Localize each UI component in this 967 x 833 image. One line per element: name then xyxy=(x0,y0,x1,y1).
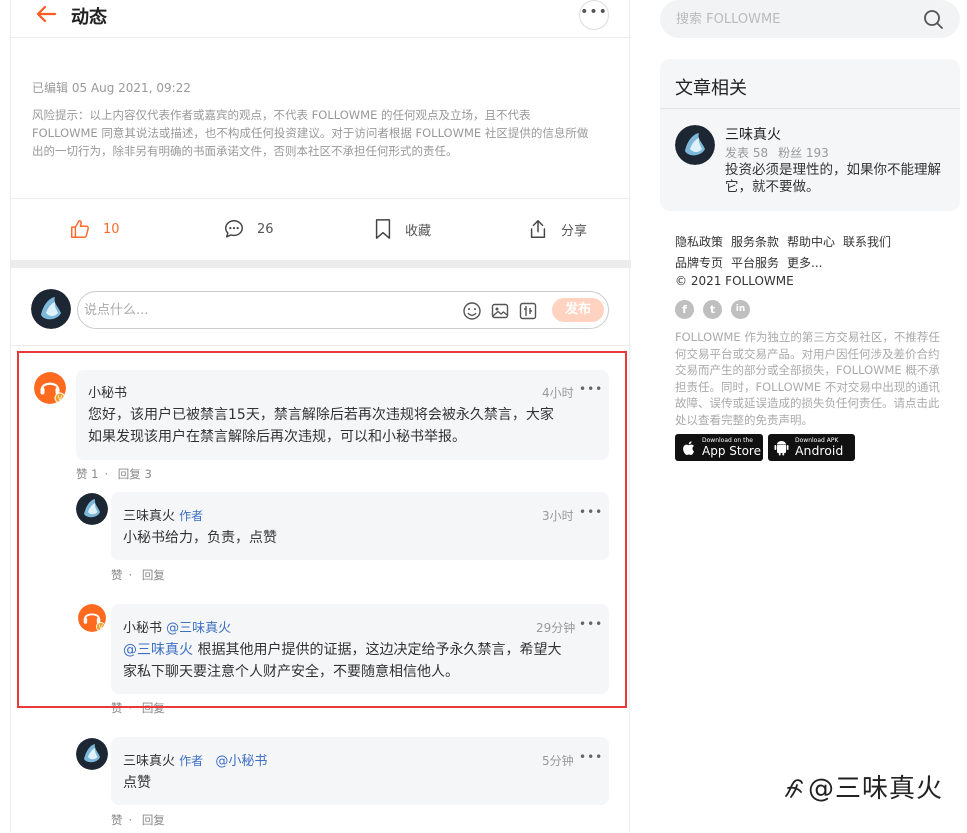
footer-link[interactable]: 联系我们 xyxy=(843,235,891,249)
favorite-button[interactable]: 收藏 xyxy=(373,215,431,243)
comment-count: 26 xyxy=(257,221,274,237)
divider xyxy=(11,345,631,346)
footer-link[interactable]: 隐私政策 xyxy=(675,235,723,249)
comment-text: 点赞 xyxy=(123,775,151,791)
divider xyxy=(660,108,960,109)
bookmark-icon xyxy=(375,219,391,239)
avatar[interactable] xyxy=(76,738,108,770)
disclaimer: FOLLOWME 作为独立的第三方交易社区，不推荐任何交易平台或交易产品。对用户… xyxy=(675,330,940,427)
comment-time: 5分钟 xyxy=(542,754,574,768)
post-actions: 10 26 收藏 分享 xyxy=(11,198,631,260)
avatar[interactable] xyxy=(675,125,715,165)
thumbs-up-icon xyxy=(71,220,89,238)
more-horizontal-icon[interactable]: ••• xyxy=(579,750,603,764)
app-store-button[interactable]: Download on the App Store xyxy=(675,434,763,461)
search-input[interactable] xyxy=(676,8,916,30)
apple-icon xyxy=(683,441,694,455)
footer-link[interactable]: 更多... xyxy=(787,256,822,270)
watermark: @三味真火 xyxy=(782,768,943,805)
footer-link[interactable]: 品牌专页 xyxy=(675,256,723,270)
twitter-icon[interactable]: t xyxy=(703,300,722,319)
page-title: 动态 xyxy=(71,7,107,28)
footer-links: 隐私政策 服务条款 帮助中心 联系我们 品牌专页 平台服务 更多... xyxy=(675,232,955,274)
comment-author: 三味真火 作者 @小秘书 xyxy=(123,754,268,769)
footer-link[interactable]: 帮助中心 xyxy=(787,235,835,249)
share-label: 分享 xyxy=(561,223,588,239)
comment-meta: 赞 · 回复 xyxy=(111,813,165,827)
author-quote: 投资必须是理性的，如果你不能理解它，就不要做。 xyxy=(725,162,941,195)
footer-link[interactable]: 平台服务 xyxy=(731,256,779,270)
emoji-icon[interactable] xyxy=(462,301,482,321)
share-button[interactable]: 分享 xyxy=(527,215,587,243)
copyright: © 2021 FOLLOWME xyxy=(675,274,794,288)
share-icon xyxy=(530,220,546,238)
author-stats: 发表 58 粉丝 193 xyxy=(725,146,829,160)
avatar[interactable] xyxy=(31,289,71,329)
author-tag: 作者 xyxy=(179,754,204,768)
comment-input[interactable] xyxy=(84,298,444,322)
divider xyxy=(11,260,631,268)
like-button[interactable]: 10 xyxy=(69,215,120,243)
top-bar: 动态 ••• xyxy=(11,0,631,38)
search-bar xyxy=(660,0,960,38)
author-name[interactable]: 三味真火 xyxy=(725,124,781,144)
edited-timestamp: 已编辑 05 Aug 2021, 09:22 xyxy=(32,81,191,95)
highlight-box xyxy=(17,351,627,708)
footer-link[interactable]: 服务条款 xyxy=(731,235,779,249)
android-button[interactable]: Download APK Android xyxy=(768,434,855,461)
like-link[interactable]: 赞 xyxy=(111,813,123,827)
reply-link[interactable]: 回复 xyxy=(142,813,165,827)
linkedin-icon[interactable]: in xyxy=(731,300,750,319)
android-icon xyxy=(774,441,789,456)
like-count: 10 xyxy=(103,221,120,237)
more-horizontal-icon[interactable]: ••• xyxy=(579,0,609,30)
comment-button[interactable]: 26 xyxy=(223,215,274,243)
facebook-icon[interactable]: f xyxy=(675,300,694,319)
risk-notice: 风险提示：以上内容仅代表作者或嘉宾的观点，不代表 FOLLOWME 的任何观点及… xyxy=(32,108,589,158)
chart-insert-icon[interactable] xyxy=(518,301,538,321)
mention-link[interactable]: @小秘书 xyxy=(215,754,267,769)
arrow-left-icon[interactable] xyxy=(35,4,57,28)
send-button[interactable]: 发布 xyxy=(552,298,604,322)
comment-composer: 发布 xyxy=(77,291,609,329)
search-icon[interactable] xyxy=(923,9,944,30)
card-title: 文章相关 xyxy=(675,78,747,99)
related-card: 文章相关 三味真火 发表 58 粉丝 193 投资必须是理性的，如果你不能理解它，… xyxy=(660,59,960,211)
favorite-label: 收藏 xyxy=(405,223,432,239)
image-icon[interactable] xyxy=(490,301,510,321)
comment-icon xyxy=(225,220,243,238)
reply-bubble: 三味真火 作者 @小秘书 5分钟 ••• 点赞 xyxy=(111,737,609,805)
zhihu-logo-icon xyxy=(785,779,803,798)
